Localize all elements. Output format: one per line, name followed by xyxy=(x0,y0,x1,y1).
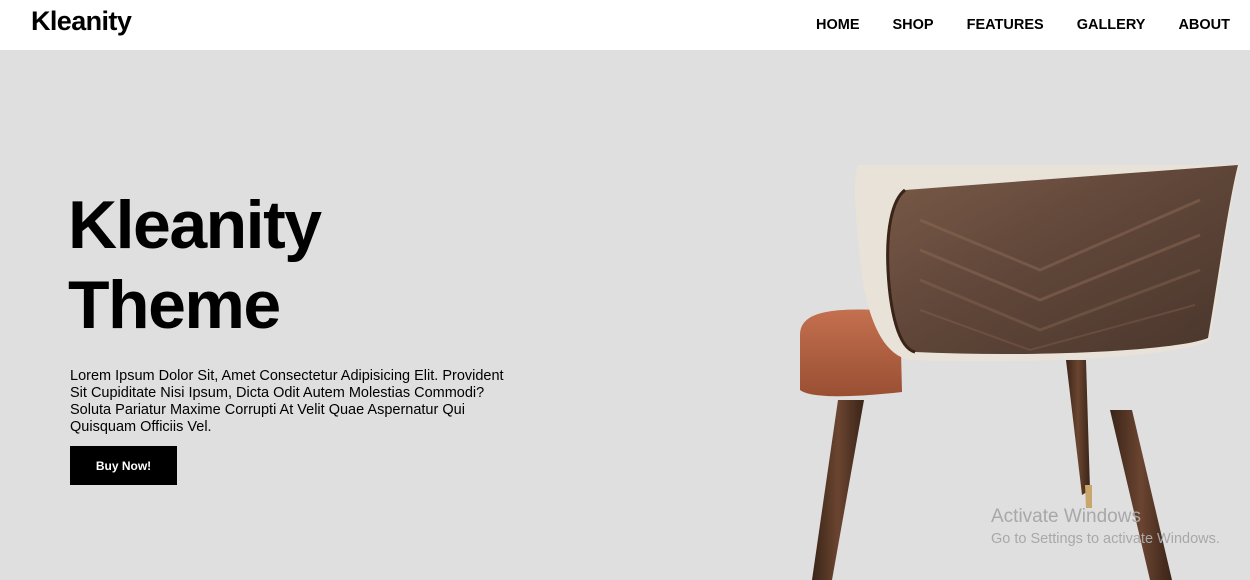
hero-section: Kleanity Theme Lorem Ipsum Dolor Sit, Am… xyxy=(0,50,1250,580)
site-logo[interactable]: Kleanity xyxy=(31,6,132,37)
nav-link-about[interactable]: ABOUT xyxy=(1178,17,1230,33)
nav-link-shop[interactable]: SHOP xyxy=(893,17,934,33)
buy-now-button[interactable]: Buy Now! xyxy=(70,446,177,485)
hero-title-line-1: Kleanity xyxy=(68,187,322,263)
nav-link-gallery[interactable]: GALLERY xyxy=(1077,17,1146,33)
hero-description: Lorem Ipsum Dolor Sit, Amet Consectetur … xyxy=(70,368,504,435)
navbar: Kleanity HOME SHOP FEATURES GALLERY ABOU… xyxy=(0,0,1250,50)
chair-image xyxy=(800,165,1240,580)
nav-link-features[interactable]: FEATURES xyxy=(967,17,1044,33)
hero-title-line-2: Theme xyxy=(68,267,281,343)
hero-title: Kleanity Theme xyxy=(68,185,322,345)
nav-menu: HOME SHOP FEATURES GALLERY ABOUT xyxy=(783,0,1230,50)
nav-link-home[interactable]: HOME xyxy=(816,17,860,33)
